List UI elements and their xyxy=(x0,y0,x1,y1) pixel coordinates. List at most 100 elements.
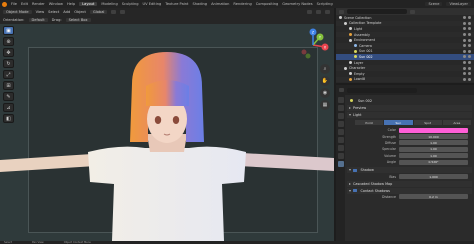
camera-render-icon[interactable] xyxy=(468,44,471,48)
light-property-field[interactable]: 1.00 xyxy=(399,153,468,159)
properties-search-input[interactable] xyxy=(347,87,417,93)
filter-icon[interactable] xyxy=(410,9,415,14)
camera-render-icon[interactable] xyxy=(468,55,471,59)
camera-render-icon[interactable] xyxy=(468,61,471,65)
camera-render-icon[interactable] xyxy=(468,16,471,20)
constraints-tab-icon[interactable] xyxy=(337,153,344,159)
light-property-field[interactable]: 0.526° xyxy=(399,159,468,165)
world-tab-icon[interactable] xyxy=(337,137,344,143)
camera-render-icon[interactable] xyxy=(468,21,471,25)
proportional-edit-icon[interactable] xyxy=(120,10,126,14)
object-tab-icon[interactable] xyxy=(337,145,344,151)
light-property-field[interactable]: 1.00 xyxy=(399,146,468,152)
color-swatch[interactable] xyxy=(399,127,468,133)
light-property-field[interactable]: 1.00 xyxy=(399,140,468,146)
navigation-gizmo[interactable]: X Y Z xyxy=(296,28,330,62)
tab-modeling[interactable]: Modeling xyxy=(101,2,117,6)
move-tool-icon[interactable]: ✥ xyxy=(3,48,14,57)
menu-view[interactable]: View xyxy=(36,10,45,14)
tab-scripting[interactable]: Scripting xyxy=(317,2,333,6)
camera-render-icon[interactable] xyxy=(468,72,471,76)
menu-edit[interactable]: Edit xyxy=(21,2,28,6)
eye-icon[interactable] xyxy=(463,77,466,81)
tab-rendering[interactable]: Rendering xyxy=(233,2,251,6)
viewport-shading-solid-icon[interactable] xyxy=(307,10,312,14)
add-cube-tool-icon[interactable]: ◧ xyxy=(3,114,14,123)
zoom-icon[interactable]: ⌕ xyxy=(320,64,330,74)
view-layer-tab-icon[interactable] xyxy=(337,121,344,127)
bias-field[interactable]: 1.000 xyxy=(399,174,468,180)
menu-add[interactable]: Add xyxy=(63,10,70,14)
menu-help[interactable]: Help xyxy=(67,2,75,6)
gizmo-neg-y[interactable] xyxy=(305,53,311,59)
blender-logo-icon[interactable] xyxy=(2,1,7,7)
menu-window[interactable]: Window xyxy=(49,2,63,6)
eye-icon[interactable] xyxy=(463,61,466,65)
tab-animation[interactable]: Animation xyxy=(211,2,229,6)
light-property-field[interactable]: 10.000 xyxy=(399,134,468,140)
mode-dropdown[interactable]: Object Mode xyxy=(3,10,32,14)
annotate-tool-icon[interactable]: ✎ xyxy=(3,92,14,101)
light-type-area[interactable]: Area xyxy=(442,120,472,125)
object-name-field[interactable]: Sun 002 xyxy=(358,99,372,103)
camera-render-icon[interactable] xyxy=(468,27,471,31)
cascaded-shadow-map-section[interactable]: Cascaded Shadow Map xyxy=(347,180,472,187)
render-tab-icon[interactable] xyxy=(337,105,344,111)
outliner-display-mode-icon[interactable] xyxy=(339,9,344,14)
eye-icon[interactable] xyxy=(463,38,466,42)
tab-shading[interactable]: Shading xyxy=(192,2,207,6)
eye-icon[interactable] xyxy=(463,49,466,53)
camera-render-icon[interactable] xyxy=(468,66,471,70)
orientation-dropdown[interactable]: Default xyxy=(28,18,48,22)
rotate-tool-icon[interactable]: ↻ xyxy=(3,59,14,68)
light-type-spot[interactable]: Spot xyxy=(413,120,443,125)
camera-view-icon[interactable]: ◉ xyxy=(320,88,330,98)
eye-icon[interactable] xyxy=(463,66,466,70)
eye-icon[interactable] xyxy=(463,16,466,20)
viewport-shading-rendered-icon[interactable] xyxy=(325,10,330,14)
light-section[interactable]: Light xyxy=(347,112,472,118)
camera-render-icon[interactable] xyxy=(468,38,471,42)
output-tab-icon[interactable] xyxy=(337,113,344,119)
menu-select[interactable]: Select xyxy=(48,10,59,14)
scale-tool-icon[interactable]: ⤢ xyxy=(3,70,14,79)
select-box-tool-icon[interactable]: ▣ xyxy=(3,26,14,35)
eye-icon[interactable] xyxy=(463,27,466,31)
scene-field[interactable]: Scene xyxy=(425,2,443,6)
light-data-tab-icon[interactable] xyxy=(337,161,344,167)
eye-icon[interactable] xyxy=(463,21,466,25)
viewlayer-selector[interactable]: ViewLayer xyxy=(446,2,474,6)
measure-tool-icon[interactable]: ⊿ xyxy=(3,103,14,112)
menu-object[interactable]: Object xyxy=(74,10,86,14)
perspective-toggle-icon[interactable]: ▦ xyxy=(320,100,330,110)
eye-icon[interactable] xyxy=(463,72,466,76)
drag-dropdown[interactable]: Select Box xyxy=(65,18,91,22)
outliner-search-input[interactable] xyxy=(347,9,407,14)
scene-tab-icon[interactable] xyxy=(337,129,344,135)
properties-editor-icon[interactable] xyxy=(339,88,344,92)
3d-viewport[interactable]: ▣ ⊕ ✥ ↻ ⤢ ⊞ ✎ ⊿ ◧ X Y Z ⌕ ✋ ◉ ▦ xyxy=(0,24,334,241)
tool-tab-icon[interactable] xyxy=(337,97,344,103)
tab-uv-editing[interactable]: UV Editing xyxy=(143,2,162,6)
contact-shadows-checkbox[interactable] xyxy=(353,188,357,193)
viewlayer-field[interactable]: ViewLayer xyxy=(446,2,471,6)
menu-render[interactable]: Render xyxy=(32,2,45,6)
character-render[interactable] xyxy=(0,24,334,241)
eye-icon[interactable] xyxy=(463,44,466,48)
eye-icon[interactable] xyxy=(463,55,466,59)
transform-orientation-dropdown[interactable]: Global xyxy=(89,10,108,14)
tab-texture-paint[interactable]: Texture Paint xyxy=(165,2,188,6)
snap-icon[interactable] xyxy=(111,10,117,14)
light-type-point[interactable]: Point xyxy=(355,120,385,125)
tab-geometry-nodes[interactable]: Geometry Nodes xyxy=(282,2,312,6)
camera-render-icon[interactable] xyxy=(468,77,471,81)
tab-layout[interactable]: Layout xyxy=(79,2,98,6)
camera-render-icon[interactable] xyxy=(468,33,471,37)
gizmo-neg-x[interactable] xyxy=(301,49,307,55)
light-type-sun[interactable]: Sun xyxy=(384,120,414,125)
menu-file[interactable]: File xyxy=(11,2,17,6)
camera-render-icon[interactable] xyxy=(468,49,471,53)
pan-hand-icon[interactable]: ✋ xyxy=(320,76,330,86)
distance-field[interactable]: 0.2 m xyxy=(399,194,468,200)
tab-compositing[interactable]: Compositing xyxy=(256,2,279,6)
